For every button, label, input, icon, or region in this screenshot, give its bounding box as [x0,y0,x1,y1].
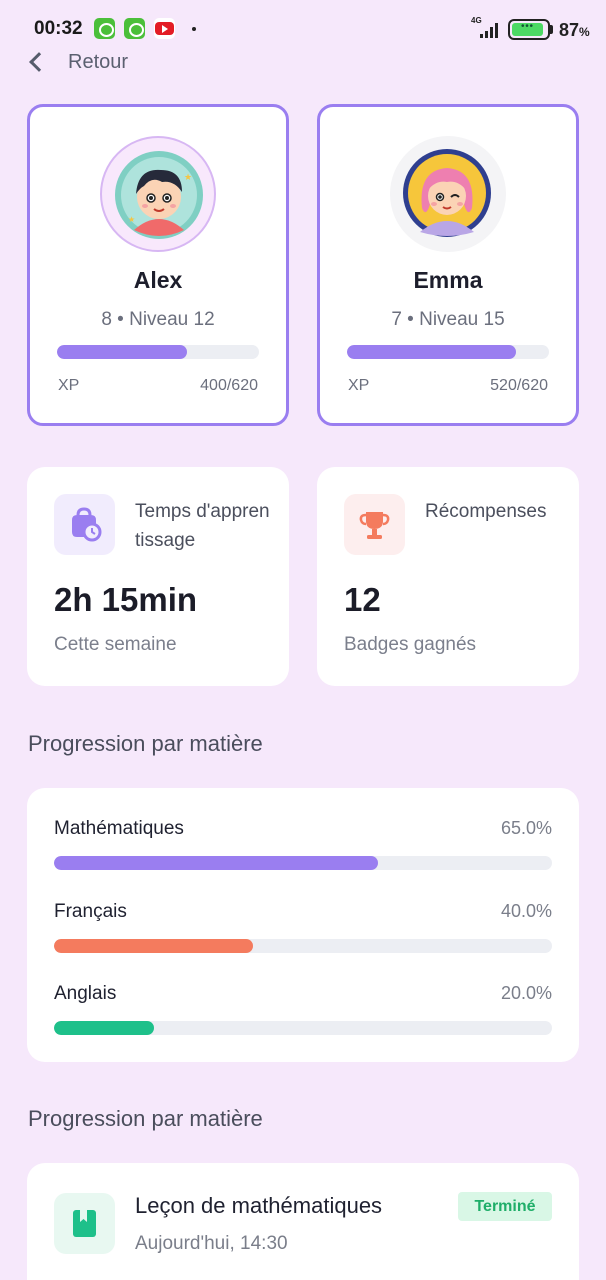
boy-avatar-icon: ★ ★ [115,151,203,239]
activity-time: Aujourd'hui, 14:30 [135,1233,288,1254]
subject-progress-fill [54,939,254,953]
subject-percent: 20.0% [500,983,552,1003]
subject-name: Anglais [54,983,117,1004]
subject-progress-bar [54,1021,552,1035]
xp-progress-bar [57,345,259,359]
subject-row-anglais[interactable]: Anglais 20.0% [54,983,552,1053]
activity-title: Leçon de mathématiques [135,1193,383,1218]
subject-progress-card: Mathématiques 65.0% Français 40.0% Angla… [27,788,579,1062]
subject-progress-bar [54,939,552,953]
clock-bag-icon [54,494,115,555]
child-card-emma[interactable]: Emma 7 • Niveau 15 XP 520/620 [317,104,579,426]
child-card-alex[interactable]: ★ ★ Alex 8 • Niveau 12 XP 400/620 [27,104,289,426]
stat-title: Temps d'apprentissage [135,501,270,551]
battery-tip [550,25,553,34]
back-button[interactable]: Retour [24,46,128,78]
child-name: Emma [413,267,483,293]
xp-label: XP [348,377,370,394]
subject-row-francais[interactable]: Français 40.0% [54,901,552,971]
android-app-icon [124,18,145,39]
learning-time-card[interactable]: Temps d'apprentissage 2h 15min Cette sem… [27,467,289,686]
xp-progress-bar [347,345,549,359]
xp-label: XP [58,377,80,394]
subject-percent: 65.0% [500,818,552,838]
book-icon [54,1193,115,1254]
android-app-icon [94,18,115,39]
child-name: Alex [133,267,183,293]
trophy-icon [344,494,405,555]
stat-title: Récompenses [425,501,547,522]
section-title: Progression par matière [28,1106,263,1131]
subject-name: Mathématiques [54,818,184,839]
xp-value: 400/620 [200,377,258,394]
youtube-icon [154,18,175,39]
child-level: 7 • Niveau 15 [391,309,505,330]
subject-row-mathematiques[interactable]: Mathématiques 65.0% [54,818,552,888]
signal-icon [478,22,498,38]
rewards-card[interactable]: Récompenses 12 Badges gagnés [317,467,579,686]
chevron-left-icon [29,52,49,72]
xp-progress-fill [347,345,517,359]
subject-name: Français [54,901,127,922]
avatar [390,136,506,252]
stat-value: 12 [344,581,381,618]
back-label: Retour [68,50,129,73]
subject-percent: 40.0% [500,901,552,921]
subject-progress-fill [54,856,378,870]
stat-value: 2h 15min [54,581,198,618]
stat-subtitle: Cette semaine [54,634,177,655]
svg-text:★: ★ [184,172,192,182]
subject-progress-fill [54,1021,154,1035]
battery-icon [508,19,550,40]
subject-progress-bar [54,856,552,870]
xp-progress-fill [57,345,188,359]
status-time: 00:32 [34,18,83,39]
svg-text:★: ★ [128,215,135,224]
notification-dot-icon [192,27,196,31]
battery-percent: 87% [559,20,590,40]
child-level: 8 • Niveau 12 [101,309,215,330]
avatar: ★ ★ [100,136,216,252]
xp-value: 520/620 [490,377,548,394]
status-badge: Terminé [458,1192,552,1221]
section-title: Progression par matière [28,731,263,756]
activity-item[interactable]: Leçon de mathématiques Aujourd'hui, 14:3… [27,1163,579,1280]
girl-avatar-icon [403,149,491,237]
stat-subtitle: Badges gagnés [344,634,477,655]
